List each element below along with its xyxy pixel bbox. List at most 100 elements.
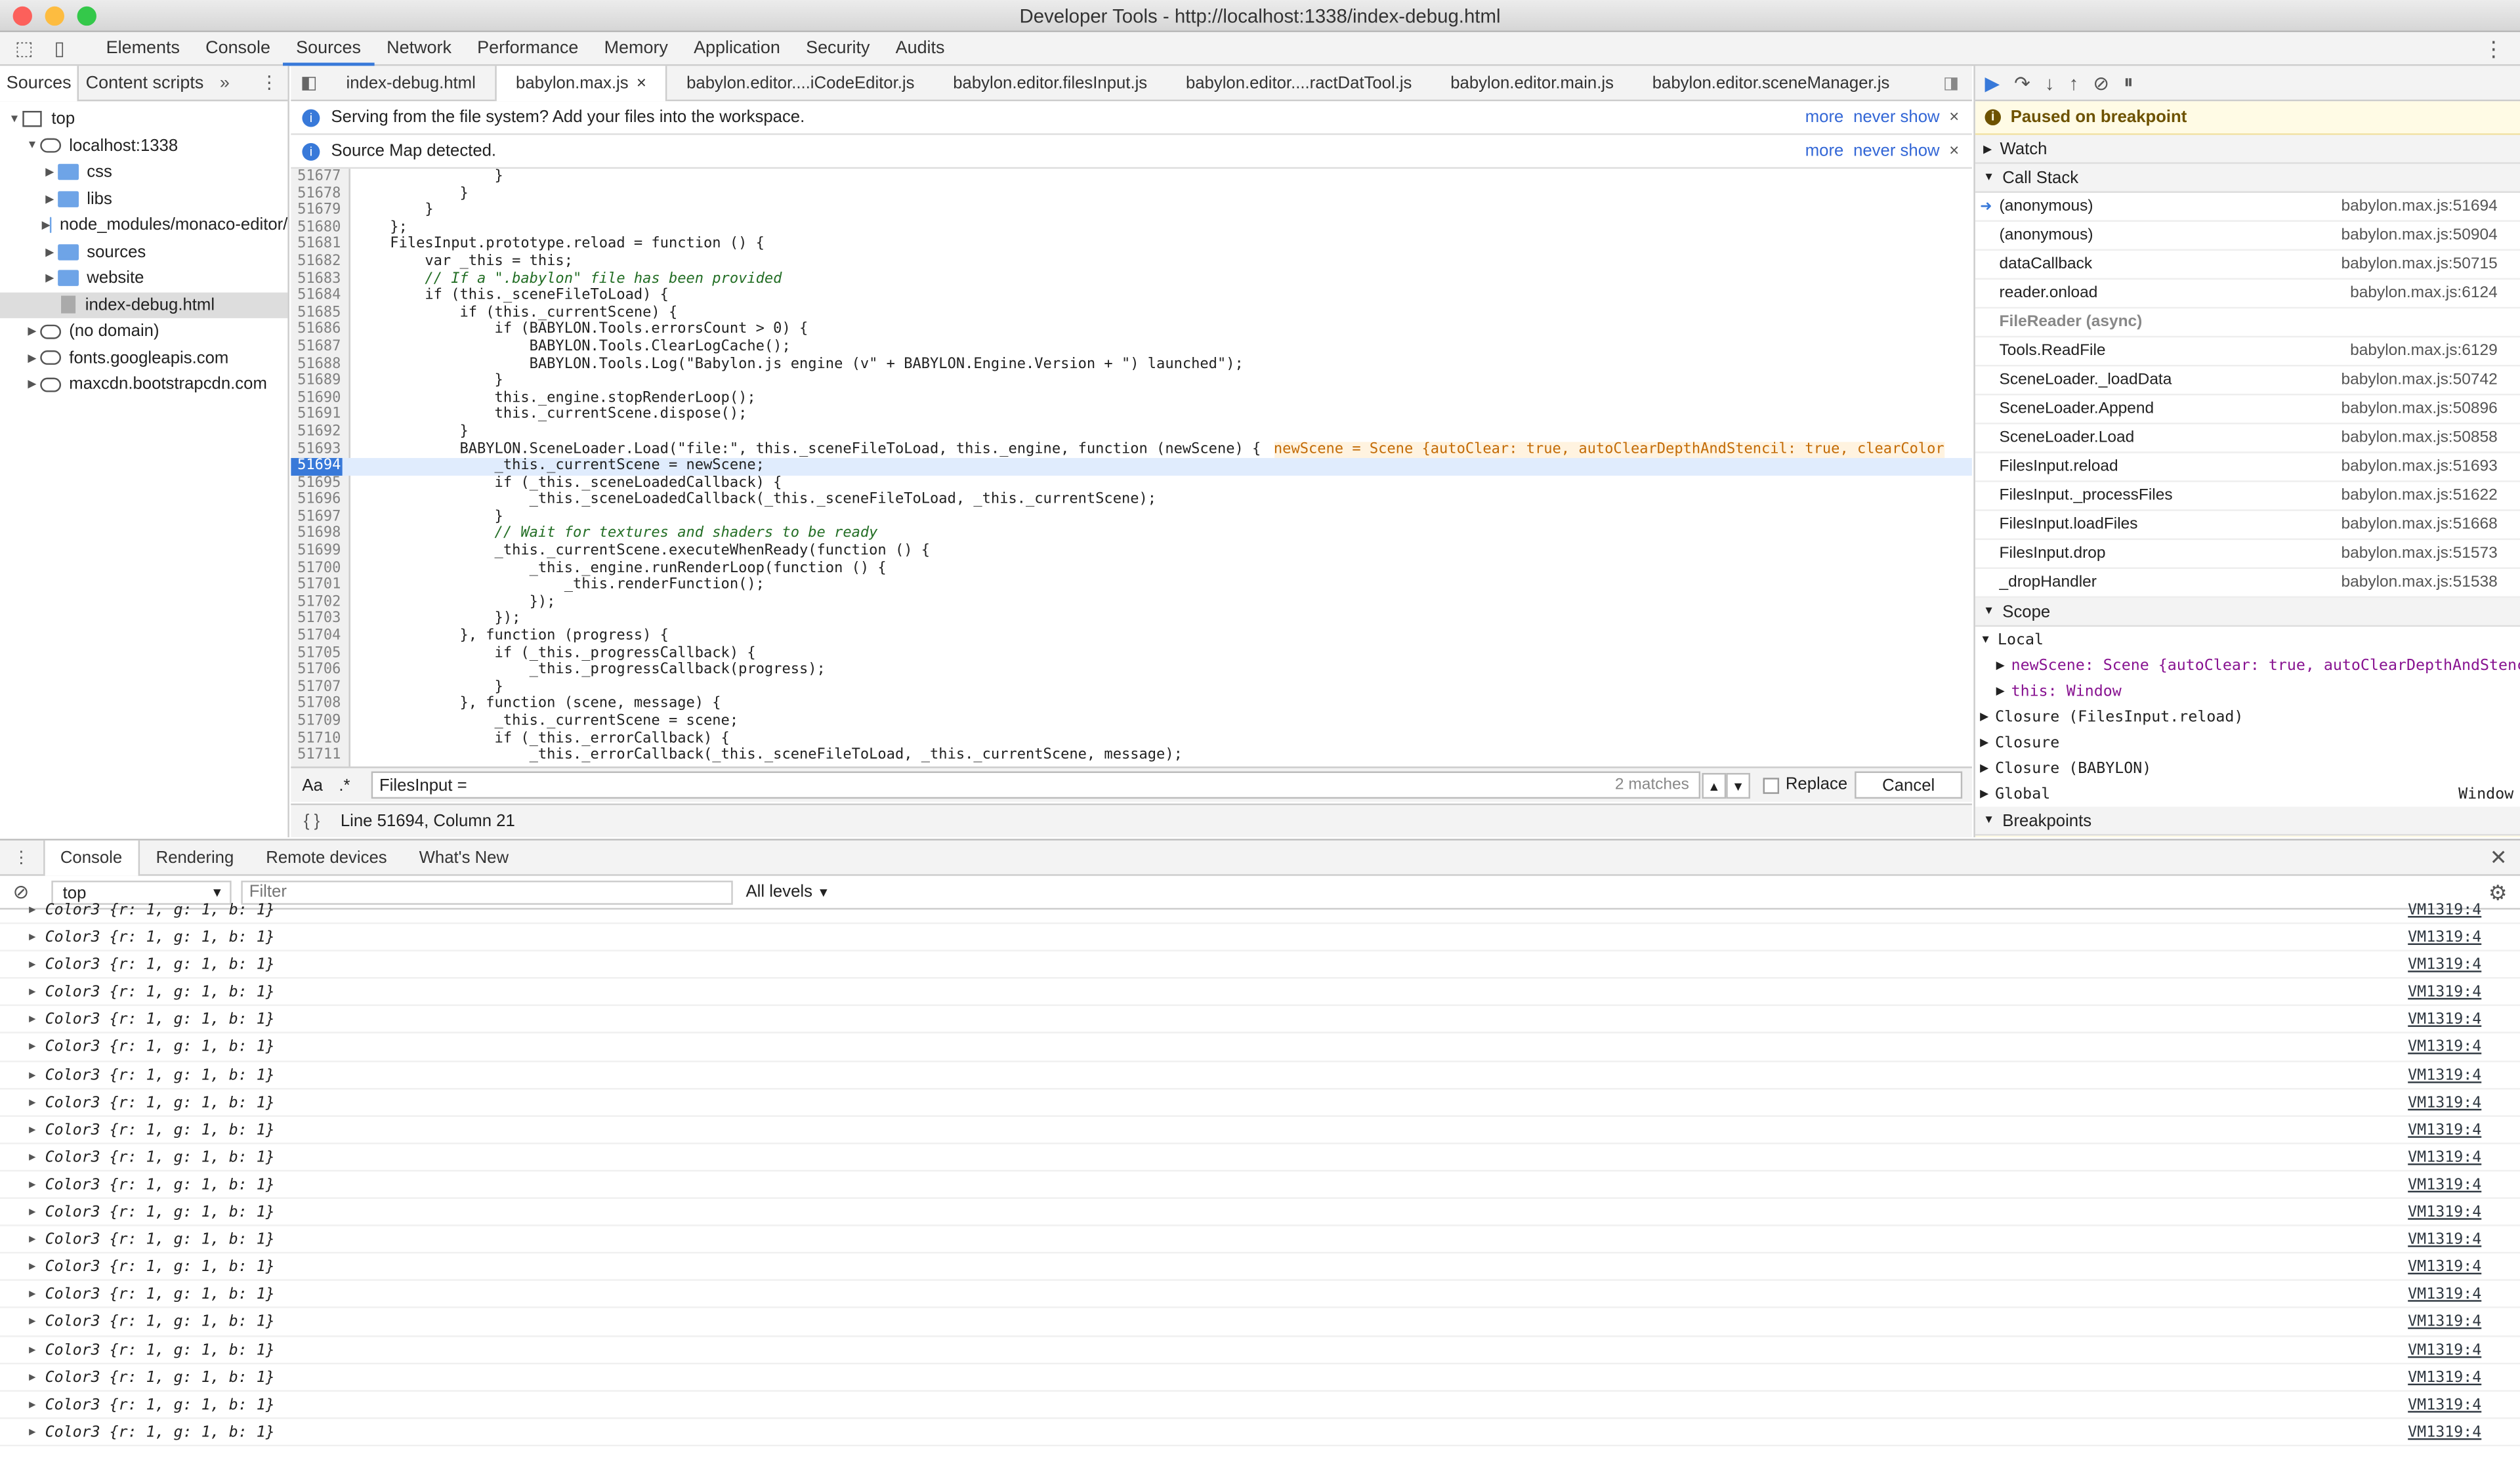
tab-security[interactable]: Security [793,31,883,65]
line-number[interactable]: 51700 [291,560,342,577]
console-message[interactable]: ▶ Color3 {r: 1, g: 1, b: 1} VM1319:4 [0,1226,2520,1254]
console-source-link[interactable]: VM1319:4 [2408,1254,2481,1282]
line-number[interactable]: 51705 [291,646,342,663]
never-show-link[interactable]: never show [1853,108,1940,127]
call-frame[interactable]: dataCallback babylon.max.js:50715 [1975,251,2520,280]
console-source-link[interactable]: VM1319:4 [2408,1007,2481,1034]
code-line[interactable]: 51680 }; [291,220,1972,237]
line-number[interactable]: 51698 [291,526,342,543]
expand-arrow-icon[interactable]: ▶ [29,1116,35,1144]
expand-arrow-icon[interactable]: ▶ [1996,684,2005,698]
scope-item[interactable]: ▶ Global Window [1975,781,2520,806]
expand-arrow-icon[interactable]: ▶ [42,192,58,205]
expand-arrow-icon[interactable]: ▼ [1980,634,1991,645]
tab-elements[interactable]: Elements [93,31,192,65]
code-line[interactable]: 51679 } [291,203,1972,220]
resume-icon[interactable]: ▶︎ [1985,72,2000,94]
expand-arrow-icon[interactable]: ▶ [42,219,51,232]
console-source-link[interactable]: VM1319:4 [2408,924,2481,951]
line-number[interactable]: 51688 [291,356,342,373]
close-info-icon[interactable]: × [1949,108,1959,127]
code-line[interactable]: 51684 if (this._sceneFileToLoad) { [291,288,1972,305]
line-number[interactable]: 51683 [291,271,342,288]
expand-arrow-icon[interactable]: ▶ [29,1254,35,1282]
code-line[interactable]: 51682 var _this = this; [291,254,1972,271]
line-number[interactable]: 51677 [291,169,342,186]
step-into-icon[interactable]: ↓ [2045,72,2055,94]
line-number[interactable]: 51685 [291,305,342,322]
line-number[interactable]: 51679 [291,203,342,220]
expand-arrow-icon[interactable]: ▶ [24,352,40,364]
expand-arrow-icon[interactable]: ▶ [42,166,58,178]
line-number[interactable]: 51707 [291,679,342,696]
drawer-tab-rendering[interactable]: Rendering [140,840,250,875]
console-message[interactable]: ▶ Color3 {r: 1, g: 1, b: 1} VM1319:4 [0,1308,2520,1337]
call-frame-location[interactable]: babylon.max.js:50715 [2341,255,2497,273]
previous-match-button[interactable]: ▲ [1702,772,1727,799]
tree-item[interactable]: ▶ maxcdn.bootstrapcdn.com [0,371,287,398]
call-frame[interactable]: reader.onload babylon.max.js:6124 [1975,280,2520,309]
code-line[interactable]: 51694 _this._currentScene = newScene; [291,458,1972,476]
close-drawer-icon[interactable]: ✕ [2490,845,2508,871]
tab-memory[interactable]: Memory [591,31,681,65]
expand-arrow-icon[interactable]: ▼ [24,140,40,152]
inspect-element-icon[interactable]: ⬚ [13,37,35,59]
expand-arrow-icon[interactable]: ▶ [1996,659,2005,672]
console-source-link[interactable]: VM1319:4 [2408,1199,2481,1226]
code-line[interactable]: 51693 BABYLON.SceneLoader.Load("file:", … [291,441,1972,458]
scope-item[interactable]: ▶ this: Window [1975,678,2520,703]
tree-item[interactable]: ▼ top [0,106,287,133]
watch-section[interactable]: ▶ Watch [1975,135,2520,164]
line-number[interactable]: 51678 [291,186,342,203]
expand-arrow-icon[interactable]: ▶ [29,1007,35,1034]
code-line[interactable]: 51709 _this._currentScene = scene; [291,713,1972,730]
console-message[interactable]: ▶ Color3 {r: 1, g: 1, b: 1} VM1319:4 [0,1062,2520,1089]
call-frame[interactable]: (anonymous) babylon.max.js:50904 [1975,222,2520,251]
close-tab-icon[interactable]: × [637,73,646,92]
file-tab[interactable]: babylon.editor.sceneManager.js [1633,65,1908,100]
call-frame[interactable]: FilesInput._processFiles babylon.max.js:5… [1975,482,2520,511]
call-frame[interactable]: SceneLoader.Load babylon.max.js:50858 [1975,425,2520,453]
more-tabs-icon[interactable]: » [220,73,230,92]
console-message[interactable]: ▶ Color3 {r: 1, g: 1, b: 1} VM1319:4 [0,1116,2520,1144]
line-number[interactable]: 51682 [291,254,342,271]
console-source-link[interactable]: VM1319:4 [2408,1364,2481,1391]
expand-arrow-icon[interactable]: ▶ [29,1199,35,1226]
console-message[interactable]: ▶ Color3 {r: 1, g: 1, b: 1} VM1319:4 [0,1171,2520,1200]
call-frame-location[interactable]: babylon.max.js:51622 [2341,487,2497,505]
console-message[interactable]: ▶ Color3 {r: 1, g: 1, b: 1} VM1319:4 [0,897,2520,925]
scope-item[interactable]: ▶ Closure (BABYLON) [1975,755,2520,781]
call-frame[interactable]: FilesInput.drop babylon.max.js:51573 [1975,540,2520,569]
drawer-tab-what-s-new[interactable]: What's New [403,840,524,875]
call-frame-location[interactable]: babylon.max.js:51538 [2341,574,2497,591]
console-message[interactable]: ▶ Color3 {r: 1, g: 1, b: 1} VM1319:4 [0,979,2520,1007]
code-line[interactable]: 51691 this._currentScene.dispose(); [291,407,1972,424]
expand-arrow-icon[interactable]: ▶ [42,272,58,285]
expand-arrow-icon[interactable]: ▶ [24,325,40,338]
scope-item[interactable]: ▶ Closure [1975,730,2520,755]
line-number[interactable]: 51681 [291,237,342,254]
code-line[interactable]: 51678 } [291,186,1972,203]
code-line[interactable]: 51696 _this._sceneLoadedCallback(_this._… [291,492,1972,509]
expand-arrow-icon[interactable]: ▶ [1980,762,1988,774]
scope-item[interactable]: ▼ Local [1975,627,2520,652]
tab-sources[interactable]: Sources [283,31,374,66]
line-number[interactable]: 51690 [291,390,342,407]
code-line[interactable]: 51707 } [291,679,1972,696]
expand-arrow-icon[interactable]: ▼ [7,114,22,125]
code-line[interactable]: 51689 } [291,373,1972,390]
call-frame-location[interactable]: babylon.max.js:51693 [2341,458,2497,476]
file-tab[interactable]: babylon.editor.main.js [1431,65,1633,100]
device-toolbar-icon[interactable]: ▯ [48,37,70,59]
search-input[interactable]: FilesInput = 2 matches [371,771,1701,799]
console-message[interactable]: ▶ Color3 {r: 1, g: 1, b: 1} VM1319:4 [0,951,2520,980]
call-frame[interactable]: ➜ (anonymous) babylon.max.js:51694 [1975,193,2520,222]
line-number[interactable]: 51703 [291,612,342,629]
tree-item[interactable]: ▶ fonts.googleapis.com [0,345,287,371]
tab-sources[interactable]: Sources [0,65,79,101]
expand-arrow-icon[interactable]: ▶ [29,897,35,925]
call-frame[interactable]: SceneLoader.Append babylon.max.js:50896 [1975,395,2520,425]
close-info-icon[interactable]: × [1949,142,1959,161]
expand-arrow-icon[interactable]: ▶ [29,1144,35,1171]
call-frame-location[interactable]: babylon.max.js:50896 [2341,400,2497,418]
